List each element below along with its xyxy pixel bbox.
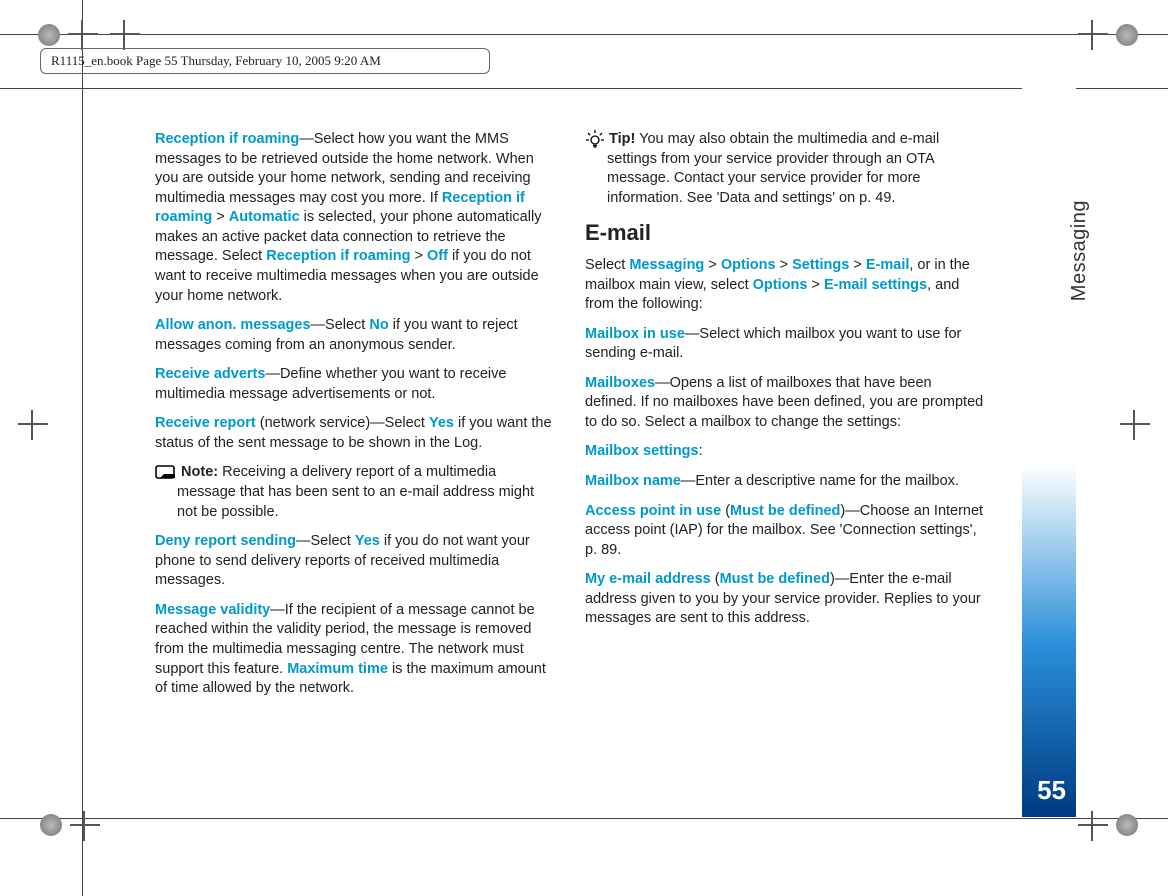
crop-line-bottom <box>0 818 1168 819</box>
ui-term: Reception if roaming <box>266 248 410 264</box>
tip-label: Tip! <box>609 131 635 147</box>
page-number: 55 <box>1037 775 1066 806</box>
paragraph: Mailboxes—Opens a list of mailboxes that… <box>585 374 985 433</box>
paragraph: Allow anon. messages—Select No if you wa… <box>155 316 555 355</box>
ui-term: Access point in use <box>585 503 721 519</box>
ui-term: E-mail settings <box>824 277 927 293</box>
paragraph: Deny report sending—Select Yes if you do… <box>155 532 555 591</box>
ui-term: No <box>369 317 388 333</box>
printer-disc-icon <box>38 24 60 46</box>
ui-term: Allow anon. messages <box>155 317 311 333</box>
ui-term: Must be defined <box>720 571 830 587</box>
section-heading-email: E-mail <box>585 218 985 248</box>
note-icon <box>155 465 177 481</box>
ui-term: Yes <box>355 533 380 549</box>
ui-term: Automatic <box>229 209 300 225</box>
ui-term: Mailbox name <box>585 473 681 489</box>
document-header-text: R1115_en.book Page 55 Thursday, February… <box>51 53 381 68</box>
paragraph: Mailbox in use—Select which mailbox you … <box>585 325 985 364</box>
tip-block: Tip! You may also obtain the multimedia … <box>585 130 985 208</box>
ui-term: Options <box>753 277 808 293</box>
note-block: Note: Receiving a delivery report of a m… <box>155 463 555 522</box>
paragraph: Receive report (network service)—Select … <box>155 414 555 453</box>
left-column: Reception if roaming—Select how you want… <box>155 130 555 709</box>
tip-icon <box>585 130 605 148</box>
paragraph: Mailbox settings: <box>585 442 985 462</box>
paragraph: Receive adverts—Define whether you want … <box>155 365 555 404</box>
crop-mark-icon <box>110 20 140 50</box>
ui-term: Maximum time <box>287 661 388 677</box>
right-column: Tip! You may also obtain the multimedia … <box>585 130 985 709</box>
ui-term: Mailbox in use <box>585 326 685 342</box>
ui-term: Settings <box>792 257 849 273</box>
ui-term: Message validity <box>155 602 270 618</box>
crop-mark-icon <box>1120 410 1150 440</box>
ui-term: Must be defined <box>730 503 840 519</box>
ui-term: Options <box>721 257 776 273</box>
note-label: Note: <box>181 464 218 480</box>
ui-term: Deny report sending <box>155 533 296 549</box>
ui-term: Reception if roaming <box>155 131 299 147</box>
crop-mark-icon <box>1078 811 1108 841</box>
ui-term: Receive adverts <box>155 366 265 382</box>
paragraph: Message validity—If the recipient of a m… <box>155 601 555 699</box>
crop-mark-icon <box>70 811 100 841</box>
paragraph: Reception if roaming—Select how you want… <box>155 130 555 306</box>
section-label: Messaging <box>1068 200 1091 301</box>
ui-term: Messaging <box>629 257 704 273</box>
crop-line-left <box>82 0 83 896</box>
note-text: Receiving a delivery report of a multime… <box>177 464 534 519</box>
ui-term: My e-mail address <box>585 571 711 587</box>
crop-mark-icon <box>18 410 48 440</box>
ui-term: Yes <box>429 415 454 431</box>
crop-mark-icon <box>68 20 98 50</box>
printer-disc-icon <box>1116 814 1138 836</box>
ui-term: Mailbox settings <box>585 443 699 459</box>
crop-line-header <box>0 88 1168 89</box>
ui-term: Mailboxes <box>585 375 655 391</box>
paragraph: Access point in use (Must be defined)—Ch… <box>585 502 985 561</box>
ui-term: E-mail <box>866 257 910 273</box>
crop-mark-icon <box>1078 20 1108 50</box>
tip-text: You may also obtain the multimedia and e… <box>607 131 939 206</box>
ui-term: Off <box>427 248 448 264</box>
document-header: R1115_en.book Page 55 Thursday, February… <box>40 48 490 74</box>
paragraph: My e-mail address (Must be defined)—Ente… <box>585 570 985 629</box>
ui-term: Receive report <box>155 415 256 431</box>
page-content: Reception if roaming—Select how you want… <box>155 130 985 709</box>
printer-disc-icon <box>40 814 62 836</box>
printer-disc-icon <box>1116 24 1138 46</box>
paragraph: Select Messaging > Options > Settings > … <box>585 256 985 315</box>
paragraph: Mailbox name—Enter a descriptive name fo… <box>585 472 985 492</box>
crop-line-top <box>0 34 1168 35</box>
side-gradient <box>1022 35 1076 817</box>
